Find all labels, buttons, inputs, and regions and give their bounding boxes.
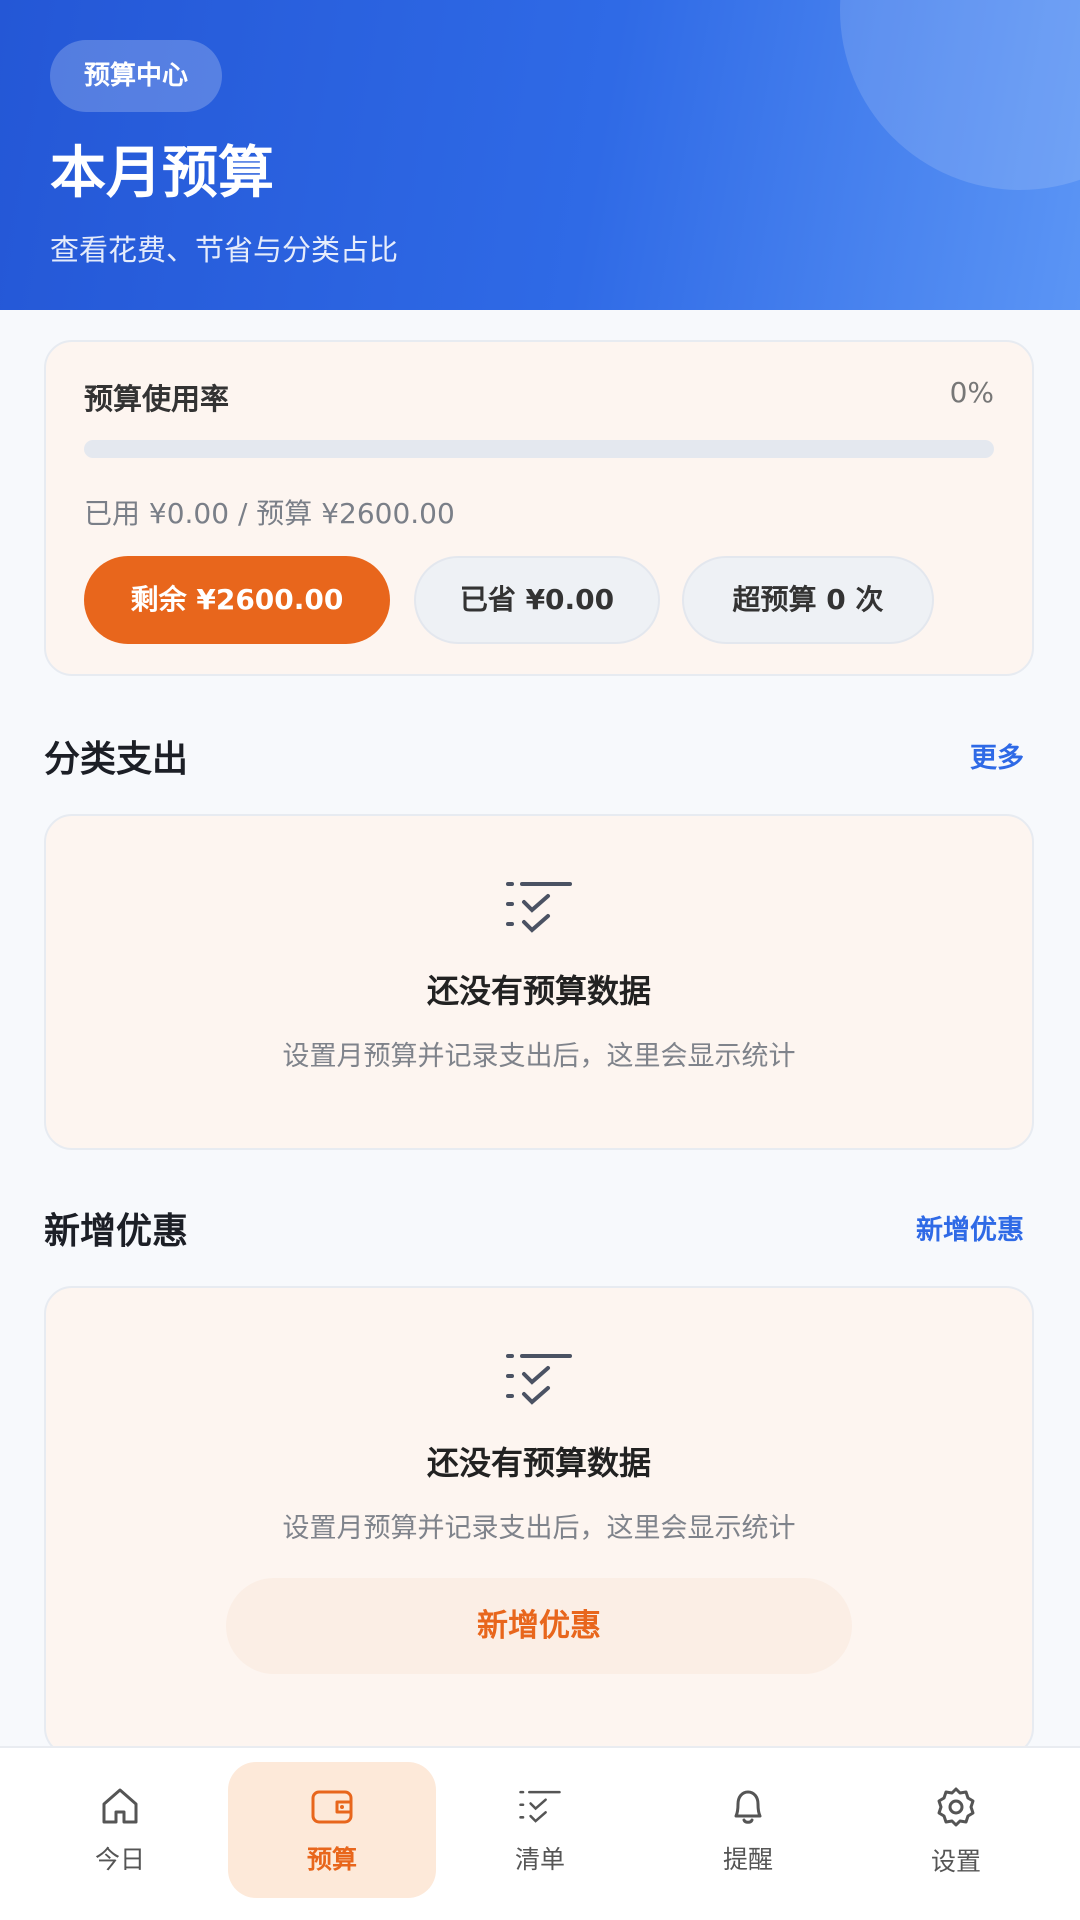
budget-center-badge: 预算中心 [50, 40, 223, 112]
page-title: 本月预算 [50, 141, 274, 206]
add-discount-button[interactable]: 新增优惠 [226, 1578, 852, 1674]
category-empty-card: 还没有预算数据 设置月预算并记录支出后，这里会显示统计 [44, 814, 1034, 1150]
saved-chip[interactable]: 已省 ¥0.00 [414, 556, 660, 644]
usage-rate-percent: 0% [949, 376, 994, 409]
tab-label: 今日 [94, 1845, 145, 1874]
budget-usage-card: 预算使用率 0% 已用 ¥0.00 / 预算 ¥2600.00 剩余 ¥2600… [44, 340, 1034, 676]
checklist-icon [519, 1790, 561, 1823]
tab-label: 设置 [930, 1847, 981, 1876]
usage-progress-bar [84, 440, 994, 458]
checklist-icon [506, 1354, 572, 1405]
discount-empty-title: 还没有预算数据 [426, 1444, 651, 1482]
category-empty-title: 还没有预算数据 [426, 972, 651, 1010]
tab-label: 清单 [514, 1845, 565, 1874]
tab-label: 提醒 [722, 1845, 773, 1874]
tab-reminder[interactable]: 提醒 [644, 1762, 852, 1898]
category-section-title: 分类支出 [44, 739, 189, 780]
tab-label: 预算 [306, 1845, 357, 1874]
bell-icon [734, 1790, 762, 1824]
page-header: 预算中心 本月预算 查看花费、节省与分类占比 [0, 0, 1080, 310]
checklist-icon [506, 882, 572, 933]
discount-empty-desc: 设置月预算并记录支出后，这里会显示统计 [282, 1513, 796, 1544]
tab-today[interactable]: 今日 [16, 1762, 224, 1898]
usage-rate-label: 预算使用率 [84, 382, 230, 416]
wallet-icon [311, 1790, 353, 1824]
remaining-chip[interactable]: 剩余 ¥2600.00 [84, 556, 390, 644]
usage-summary: 已用 ¥0.00 / 预算 ¥2600.00 [84, 497, 455, 530]
discount-section-title: 新增优惠 [44, 1211, 189, 1252]
bottom-tab-bar: 今日 预算 清单 提醒 设置 [0, 1746, 1080, 1920]
tab-budget[interactable]: 预算 [228, 1762, 436, 1898]
header-decoration [840, 0, 1080, 190]
category-empty-desc: 设置月预算并记录支出后，这里会显示统计 [282, 1041, 796, 1072]
over-budget-chip[interactable]: 超预算 0 次 [682, 556, 934, 644]
tab-list[interactable]: 清单 [436, 1762, 644, 1898]
category-more-link[interactable]: 更多 [970, 736, 1024, 775]
page-subtitle: 查看花费、节省与分类占比 [50, 233, 399, 267]
tab-settings[interactable]: 设置 [852, 1762, 1060, 1898]
discount-empty-card: 还没有预算数据 设置月预算并记录支出后，这里会显示统计 新增优惠 [44, 1286, 1034, 1756]
discount-add-link[interactable]: 新增优惠 [916, 1208, 1024, 1247]
home-icon [102, 1788, 138, 1824]
gear-icon [937, 1787, 975, 1827]
